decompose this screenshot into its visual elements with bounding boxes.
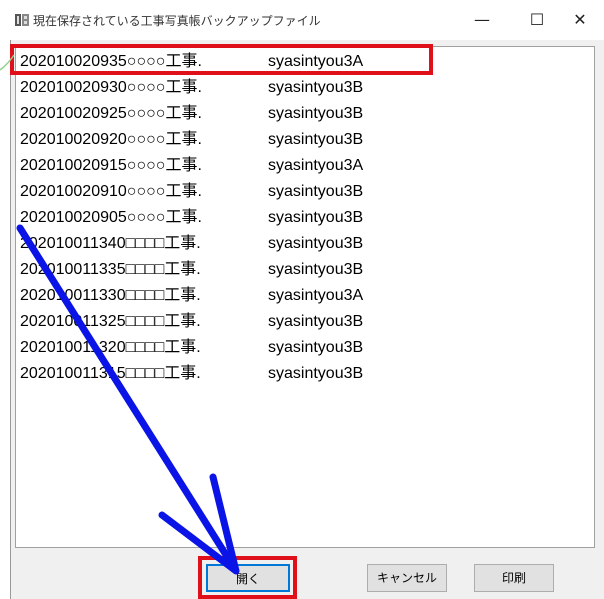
- folder-name: syasintyou3B: [268, 365, 364, 382]
- file-name: 202010020920○○○○工事.: [20, 131, 202, 148]
- folder-name: syasintyou3A: [268, 157, 364, 174]
- folder-name: syasintyou3B: [268, 105, 364, 122]
- list-item[interactable]: 202010020925○○○○工事. syasintyou3B: [20, 102, 363, 126]
- maximize-button[interactable]: ☐: [517, 8, 557, 32]
- list-item[interactable]: 202010020930○○○○工事. syasintyou3B: [20, 76, 363, 100]
- file-name: 202010011340□□□□工事.: [20, 235, 201, 252]
- list-item[interactable]: 202010020910○○○○工事. syasintyou3B: [20, 180, 363, 204]
- file-listbox[interactable]: 202010020935○○○○工事. syasintyou3A 202010020…: [15, 46, 595, 548]
- list-item[interactable]: 202010020920○○○○工事. syasintyou3B: [20, 128, 363, 152]
- folder-name: syasintyou3A: [268, 53, 364, 70]
- close-button[interactable]: ✕: [560, 8, 600, 32]
- list-item[interactable]: 202010011335□□□□工事. syasintyou3B: [20, 258, 363, 282]
- folder-name: syasintyou3B: [268, 339, 364, 356]
- file-name: 202010011315□□□□工事.: [20, 365, 201, 382]
- list-item[interactable]: 202010011325□□□□工事. syasintyou3B: [20, 310, 363, 334]
- file-name: 202010011320□□□□工事.: [20, 339, 201, 356]
- folder-name: syasintyou3B: [268, 235, 364, 252]
- list-item[interactable]: 202010011340□□□□工事. syasintyou3B: [20, 232, 363, 256]
- window-title: 現在保存されている工事写真帳バックアップファイル: [33, 14, 321, 28]
- list-item[interactable]: 202010011320□□□□工事. syasintyou3B: [20, 336, 363, 360]
- file-name: 202010020910○○○○工事.: [20, 183, 202, 200]
- minimize-button[interactable]: —: [462, 8, 502, 32]
- file-name: 202010020925○○○○工事.: [20, 105, 202, 122]
- list-item[interactable]: 202010011330□□□□工事. syasintyou3A: [20, 284, 363, 308]
- folder-name: syasintyou3B: [268, 313, 364, 330]
- file-name: 202010020905○○○○工事.: [20, 209, 202, 226]
- file-name: 202010020915○○○○工事.: [20, 157, 202, 174]
- list-item[interactable]: 202010020915○○○○工事. syasintyou3A: [20, 154, 363, 178]
- print-button[interactable]: 印刷: [474, 564, 554, 592]
- file-name: 202010020935○○○○工事.: [20, 53, 202, 70]
- list-item[interactable]: 202010020905○○○○工事. syasintyou3B: [20, 206, 363, 230]
- folder-name: syasintyou3B: [268, 131, 364, 148]
- title-bar[interactable]: 現在保存されている工事写真帳バックアップファイル — ☐ ✕: [0, 0, 604, 40]
- folder-name: syasintyou3B: [268, 183, 364, 200]
- folder-name: syasintyou3B: [268, 209, 364, 226]
- list-item[interactable]: 202010011315□□□□工事. syasintyou3B: [20, 362, 363, 386]
- folder-name: syasintyou3B: [268, 79, 364, 96]
- cancel-button[interactable]: キャンセル: [367, 564, 447, 592]
- file-name: 202010011325□□□□工事.: [20, 313, 201, 330]
- list-item[interactable]: 202010020935○○○○工事. syasintyou3A: [20, 50, 363, 74]
- open-button[interactable]: 開く: [206, 564, 290, 592]
- file-name: 202010011330□□□□工事.: [20, 287, 201, 304]
- app-icon: [15, 14, 29, 26]
- file-name: 202010011335□□□□工事.: [20, 261, 201, 278]
- folder-name: syasintyou3A: [268, 287, 364, 304]
- file-name: 202010020930○○○○工事.: [20, 79, 202, 96]
- folder-name: syasintyou3B: [268, 261, 364, 278]
